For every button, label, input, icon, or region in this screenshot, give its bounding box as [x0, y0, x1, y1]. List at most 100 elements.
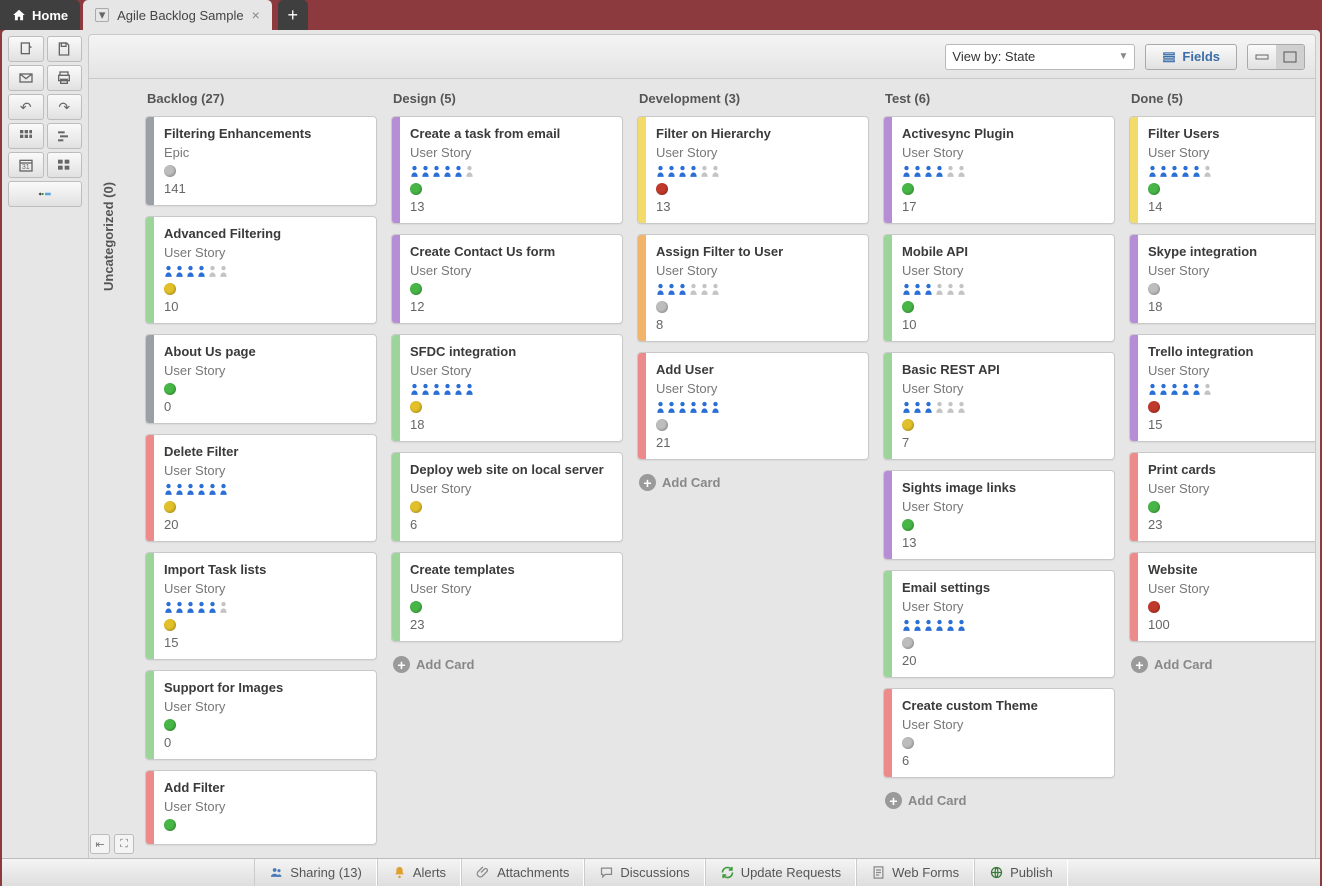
expand-button[interactable]: ⛶ — [114, 834, 134, 854]
save-button[interactable] — [47, 36, 83, 62]
compact-view-button[interactable] — [1248, 45, 1276, 69]
refresh-icon — [720, 865, 735, 880]
gantt-button[interactable] — [47, 123, 83, 149]
update-button[interactable]: Update Requests — [705, 859, 856, 886]
card-type: User Story — [164, 799, 366, 814]
close-tab-icon[interactable]: × — [252, 7, 260, 23]
new-tab-button[interactable]: + — [278, 0, 308, 30]
card-people — [164, 483, 366, 496]
full-view-button[interactable] — [1276, 45, 1304, 69]
status-dot — [164, 619, 176, 631]
card-people — [656, 165, 858, 178]
card[interactable]: Support for Images User Story 0 — [145, 670, 377, 760]
card[interactable]: Sights image links User Story 13 — [883, 470, 1115, 560]
card-stripe — [884, 235, 892, 341]
status-dot — [902, 183, 914, 195]
card[interactable]: Filter on Hierarchy User Story 13 — [637, 116, 869, 224]
card-stripe — [146, 117, 154, 205]
card[interactable]: SFDC integration User Story 18 — [391, 334, 623, 442]
card-type: User Story — [1148, 481, 1315, 496]
card[interactable]: Skype integration User Story 18 — [1129, 234, 1315, 324]
publish-button[interactable]: Publish — [974, 859, 1068, 886]
card-points: 23 — [410, 617, 612, 632]
card-title: Trello integration — [1148, 344, 1315, 359]
status-dot — [656, 419, 668, 431]
add-card-button[interactable]: + Add Card — [883, 788, 1115, 813]
card[interactable]: Advanced Filtering User Story 10 — [145, 216, 377, 324]
add-card-label: Add Card — [416, 657, 475, 672]
view-by-label: View by: State — [952, 49, 1035, 64]
board-toolbar: View by: State ▼ Fields — [89, 35, 1315, 79]
card-view-button[interactable] — [47, 152, 83, 178]
view-by-select[interactable]: View by: State ▼ — [945, 44, 1135, 70]
card-points: 21 — [656, 435, 858, 450]
redo-button[interactable]: ↷ — [47, 94, 83, 120]
card-stripe — [392, 335, 400, 441]
status-dot — [164, 165, 176, 177]
card-title: Activesync Plugin — [902, 126, 1104, 141]
card[interactable]: Create Contact Us form User Story 12 — [391, 234, 623, 324]
lane-header: Done (5) — [1129, 91, 1315, 106]
card-stripe — [884, 471, 892, 559]
card[interactable]: Create a task from email User Story 13 — [391, 116, 623, 224]
card[interactable]: Filter Users User Story 14 — [1129, 116, 1315, 224]
card-type: User Story — [902, 499, 1104, 514]
add-card-button[interactable]: + Add Card — [637, 470, 869, 495]
card-stripe — [146, 771, 154, 844]
tab-dropdown-icon[interactable]: ▾ — [95, 8, 109, 22]
card[interactable]: Email settings User Story 20 — [883, 570, 1115, 678]
card[interactable]: Assign Filter to User User Story 8 — [637, 234, 869, 342]
card[interactable]: Deploy web site on local server User Sto… — [391, 452, 623, 542]
card[interactable]: About Us page User Story 0 — [145, 334, 377, 424]
home-label: Home — [32, 8, 68, 23]
webforms-button[interactable]: Web Forms — [856, 859, 974, 886]
status-dot — [1148, 601, 1160, 613]
highlight-button[interactable] — [8, 181, 82, 207]
new-sheet-button[interactable] — [8, 36, 44, 62]
mail-button[interactable] — [8, 65, 44, 91]
attachments-button[interactable]: Attachments — [461, 859, 584, 886]
people-icon — [269, 865, 284, 880]
card[interactable]: Print cards User Story 23 — [1129, 452, 1315, 542]
card-type: User Story — [410, 363, 612, 378]
calendar-button[interactable]: 31 — [8, 152, 44, 178]
card-people — [164, 601, 366, 614]
grid-view-button[interactable] — [8, 123, 44, 149]
card-title: Deploy web site on local server — [410, 462, 612, 477]
card[interactable]: Activesync Plugin User Story 17 — [883, 116, 1115, 224]
card-stripe — [884, 689, 892, 777]
card-type: User Story — [656, 381, 858, 396]
document-tab[interactable]: ▾ Agile Backlog Sample × — [83, 0, 272, 30]
card-type: User Story — [410, 581, 612, 596]
card[interactable]: Add Filter User Story — [145, 770, 377, 845]
add-card-button[interactable]: + Add Card — [391, 652, 623, 677]
add-card-button[interactable]: + Add Card — [1129, 652, 1315, 677]
card-points: 13 — [902, 535, 1104, 550]
plus-icon: + — [393, 656, 410, 673]
card[interactable]: Import Task lists User Story 15 — [145, 552, 377, 660]
alerts-button[interactable]: Alerts — [377, 859, 461, 886]
discussions-button[interactable]: Discussions — [584, 859, 704, 886]
collapse-left-button[interactable]: ⇤ — [90, 834, 110, 854]
card[interactable]: Create custom Theme User Story 6 — [883, 688, 1115, 778]
card[interactable]: Filtering Enhancements Epic 141 — [145, 116, 377, 206]
card-points: 10 — [164, 299, 366, 314]
card[interactable]: Delete Filter User Story 20 — [145, 434, 377, 542]
card[interactable]: Website User Story 100 — [1129, 552, 1315, 642]
card-type: User Story — [410, 263, 612, 278]
home-tab[interactable]: Home — [0, 0, 80, 30]
sharing-button[interactable]: Sharing (13) — [254, 859, 377, 886]
undo-button[interactable]: ↶ — [8, 94, 44, 120]
card[interactable]: Add User User Story 21 — [637, 352, 869, 460]
card-points: 23 — [1148, 517, 1315, 532]
bottom-btn-label: Web Forms — [892, 865, 959, 880]
card-points: 20 — [164, 517, 366, 532]
view-density-toggle — [1247, 44, 1305, 70]
card[interactable]: Basic REST API User Story 7 — [883, 352, 1115, 460]
print-button[interactable] — [47, 65, 83, 91]
card[interactable]: Create templates User Story 23 — [391, 552, 623, 642]
card-stripe — [146, 671, 154, 759]
card[interactable]: Trello integration User Story 15 — [1129, 334, 1315, 442]
card[interactable]: Mobile API User Story 10 — [883, 234, 1115, 342]
fields-button[interactable]: Fields — [1145, 44, 1237, 70]
